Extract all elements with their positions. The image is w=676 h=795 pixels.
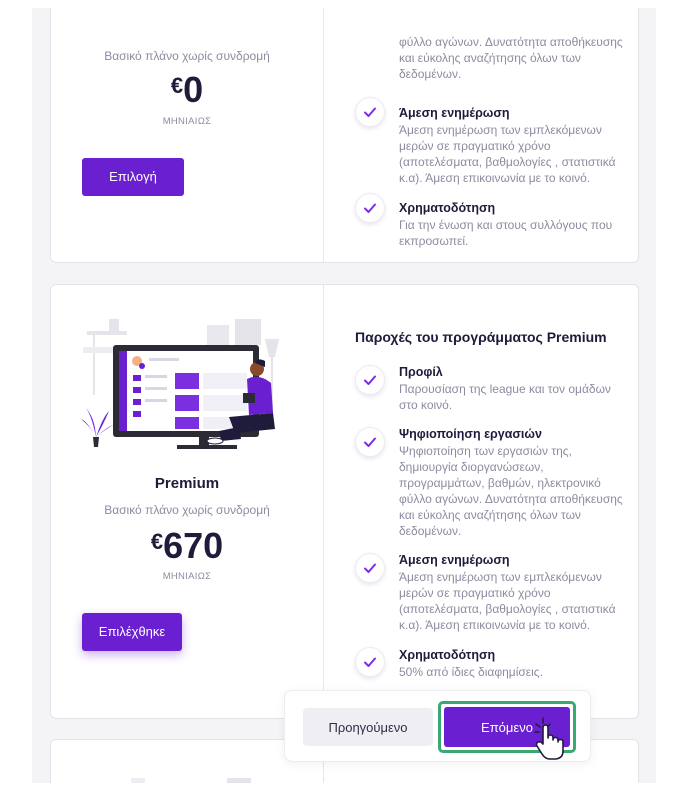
check-icon — [355, 427, 385, 457]
plan-summary-free: Βασικό πλάνο χωρίς συνδρομή €0 ΜΗΝΙΑΙΩΣ … — [51, 8, 323, 262]
feature-description: Για την ένωση και στους συλλόγους που εκ… — [399, 218, 613, 248]
feature-description: 50% από ίδιες διαφημίσεις. — [399, 665, 543, 679]
hand-pointer-icon — [534, 717, 564, 760]
price-currency: € — [150, 529, 164, 554]
check-icon — [355, 193, 385, 223]
price-amount: 0 — [183, 69, 204, 110]
check-icon — [355, 647, 385, 677]
price-period: ΜΗΝΙΑΙΩΣ — [162, 116, 212, 127]
feature-title: Χρηματοδότηση — [399, 648, 496, 662]
feature-title: Άμεση ενημέρωση — [399, 553, 510, 567]
plan-subtitle: Βασικό πλάνο χωρίς συνδρομή — [104, 49, 270, 63]
feature-description: φύλλο αγώνων. Δυνατότητα αποθήκευσης και… — [399, 35, 623, 81]
feature-title: Χρηματοδότηση — [399, 201, 496, 215]
price-amount: 670 — [163, 525, 224, 566]
plan-price: €0 — [51, 69, 323, 111]
plan-card-free: Βασικό πλάνο χωρίς συνδρομή €0 ΜΗΝΙΑΙΩΣ … — [50, 8, 639, 263]
feature-description: Ψηφιοποίηση των εργασιών της, δημιουργία… — [399, 444, 623, 538]
feature-title: Ψηφιοποίηση εργασιών — [399, 427, 542, 441]
selected-plan-button[interactable]: Επιλέχθηκε — [82, 613, 182, 651]
check-icon — [355, 97, 385, 127]
card-divider — [323, 285, 324, 718]
check-icon — [355, 365, 385, 395]
feature-description: Παρουσίαση της league και τον ομάδων στο… — [399, 382, 611, 412]
illustration-fragment — [131, 778, 145, 783]
price-period: ΜΗΝΙΑΙΩΣ — [162, 571, 212, 582]
illustration-fragment — [227, 778, 251, 783]
plan-subtitle: Βασικό πλάνο χωρίς συνδρομή — [104, 503, 270, 517]
plans-scroll-panel[interactable]: Βασικό πλάνο χωρίς συνδρομή €0 ΜΗΝΙΑΙΩΣ … — [32, 8, 656, 783]
plan-summary-premium: Premium Βασικό πλάνο χωρίς συνδρομή €670… — [51, 285, 323, 718]
plan-card-premium: Premium Βασικό πλάνο χωρίς συνδρομή €670… — [50, 284, 639, 719]
feature-description: Άμεση ενημέρωση των εμπλεκόμενων μερών σ… — [399, 123, 616, 185]
plan-name: Premium — [154, 475, 220, 492]
premium-illustration — [81, 319, 279, 449]
features-section-title: Παροχές του προγράμματος Premium — [355, 329, 607, 345]
check-icon — [355, 553, 385, 583]
previous-button[interactable]: Προηγούμενο — [303, 708, 433, 746]
select-plan-button[interactable]: Επιλογή — [82, 158, 184, 196]
price-currency: € — [170, 73, 184, 98]
feature-title: Προφίλ — [399, 365, 443, 379]
plan-price: €670 — [51, 525, 323, 567]
feature-title: Άμεση ενημέρωση — [399, 106, 510, 120]
card-divider — [323, 8, 324, 262]
feature-description: Άμεση ενημέρωση των εμπλεκόμενων μερών σ… — [399, 570, 616, 632]
